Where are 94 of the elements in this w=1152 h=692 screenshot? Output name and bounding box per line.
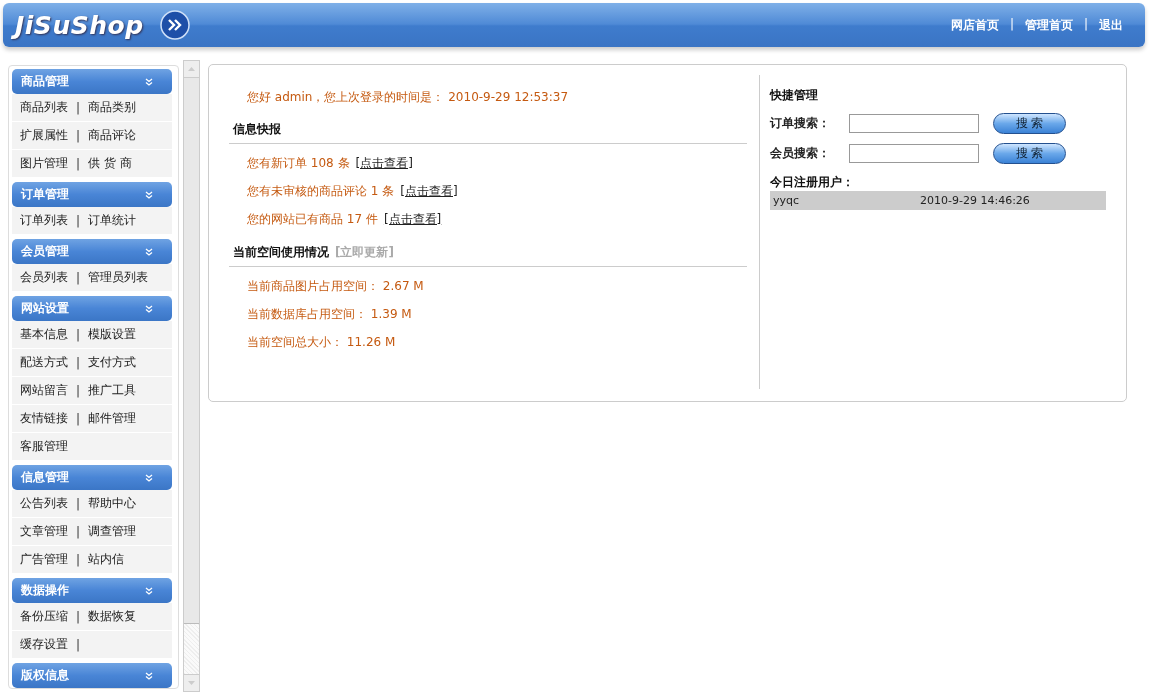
separator-text: |	[76, 524, 81, 539]
search-button[interactable]: 搜 索	[993, 113, 1066, 134]
double-chevron-down-icon	[145, 671, 153, 680]
separator-text: |	[1009, 16, 1014, 33]
menu-link[interactable]: 订单统计	[88, 212, 137, 229]
double-chevron-down-icon	[145, 77, 153, 86]
menu-link[interactable]: 客服管理	[20, 438, 68, 455]
section-title: 今日注册用户：	[770, 174, 855, 191]
menu-header[interactable]: 商品管理	[12, 69, 172, 94]
double-chevron-down-icon	[145, 190, 153, 199]
menu-header[interactable]: 信息管理	[12, 465, 172, 490]
usage-text: 当前数据库占用空间： 1.39 M	[247, 306, 412, 323]
nav-link[interactable]: 退出	[1099, 16, 1123, 34]
section-title: 信息快报	[229, 121, 747, 144]
menu-title: 会员管理	[21, 243, 69, 260]
menu-title: 网站设置	[21, 300, 69, 317]
separator-text: |	[1083, 16, 1088, 33]
menu-link[interactable]: 站内信	[88, 551, 125, 568]
usage-text: 当前商品图片占用空间： 2.67 M	[247, 278, 424, 295]
separator-text: |	[76, 411, 81, 426]
menu-header[interactable]: 订单管理	[12, 182, 172, 207]
menu-link[interactable]: 商品评论	[88, 127, 137, 144]
menu-link[interactable]: 推广工具	[88, 382, 137, 399]
menu-header[interactable]: 版权信息	[12, 663, 172, 688]
menu-title: 数据操作	[21, 582, 69, 599]
news-text: 您有新订单 108 条	[247, 155, 350, 172]
menu-link[interactable]: 配送方式	[20, 354, 68, 371]
separator-text: |	[76, 128, 81, 143]
double-chevron-down-icon	[145, 247, 153, 256]
menu-link[interactable]: 图片管理	[20, 155, 68, 172]
separator-text: |	[76, 355, 81, 370]
up-arrow-icon	[188, 67, 195, 71]
search-field[interactable]	[849, 114, 979, 133]
menu-title: 信息管理	[21, 469, 69, 486]
menu-link[interactable]: 支付方式	[88, 354, 137, 371]
separator-text: |	[76, 100, 81, 115]
menu-link[interactable]: 基本信息	[20, 326, 68, 343]
menu-link[interactable]: 文章管理	[20, 523, 68, 540]
search-field[interactable]	[849, 144, 979, 163]
double-chevron-down-icon	[145, 304, 153, 313]
separator-text: |	[76, 496, 81, 511]
user-time: 2010-9-29 14:46:26	[920, 194, 1030, 207]
nav-link[interactable]: 网店首页	[950, 16, 999, 34]
news-text: 您有未审核的商品评论 1 条	[247, 183, 395, 200]
scrollbar-thumb[interactable]	[184, 78, 199, 624]
menu-link[interactable]: 备份压缩	[20, 608, 68, 625]
separator-text: |	[76, 156, 81, 171]
view-link[interactable]: [点击查看]	[355, 155, 413, 172]
menu-link[interactable]: 调查管理	[88, 523, 137, 540]
separator-text: |	[76, 270, 81, 285]
menu-header[interactable]: 会员管理	[12, 239, 172, 264]
menu-link[interactable]: 商品类别	[88, 99, 137, 116]
menu-link[interactable]: 缓存设置	[20, 636, 68, 653]
field-label: 订单搜索：	[770, 115, 831, 132]
menu-link[interactable]: 数据恢复	[88, 608, 137, 625]
menu-link[interactable]: 供 货 商	[88, 155, 132, 172]
separator-text: |	[76, 383, 81, 398]
user-name: yyqc	[773, 194, 801, 207]
menu-header[interactable]: 数据操作	[12, 578, 172, 603]
menu-title: 商品管理	[21, 73, 69, 90]
menu-link[interactable]: 商品列表	[20, 99, 68, 116]
menu-title: 版权信息	[21, 667, 69, 684]
nav-link[interactable]: 管理首页	[1024, 16, 1073, 34]
double-chevron-down-icon	[145, 473, 153, 482]
search-button[interactable]: 搜 索	[993, 143, 1066, 164]
menu-header[interactable]: 网站设置	[12, 296, 172, 321]
menu-link[interactable]: 会员列表	[20, 269, 68, 286]
separator-text: |	[76, 637, 81, 652]
menu-link[interactable]: 公告列表	[20, 495, 68, 512]
welcome-text: 您好 admin，您上次登录的时间是： 2010-9-29 12:53:37	[247, 89, 570, 106]
double-chevron-down-icon	[145, 586, 153, 595]
menu-link[interactable]: 订单列表	[20, 212, 68, 229]
separator-text: |	[76, 327, 81, 342]
view-link[interactable]: [点击查看]	[400, 183, 458, 200]
down-arrow-icon	[188, 681, 195, 685]
menu-link[interactable]: 广告管理	[20, 551, 68, 568]
menu-link[interactable]: 扩展属性	[20, 127, 68, 144]
news-text: 您的网站已有商品 17 件	[247, 211, 378, 228]
section-title: 当前空间使用情况	[233, 245, 329, 259]
menu-link[interactable]: 友情链接	[20, 410, 68, 427]
menu-link[interactable]: 邮件管理	[88, 410, 137, 427]
separator-text: |	[76, 609, 81, 624]
field-label: 会员搜索：	[770, 145, 831, 162]
double-chevron-icon[interactable]	[159, 10, 190, 40]
separator-text: |	[76, 213, 81, 228]
menu-link[interactable]: 管理员列表	[88, 269, 149, 286]
menu-title: 订单管理	[21, 186, 69, 203]
separator-text: |	[76, 552, 81, 567]
menu-link[interactable]: 帮助中心	[88, 495, 137, 512]
menu-link[interactable]: 网站留言	[20, 382, 68, 399]
menu-link[interactable]: 模版设置	[88, 326, 137, 343]
section-title: 快捷管理	[770, 87, 819, 104]
view-link[interactable]: [点击查看]	[383, 211, 442, 228]
usage-text: 当前空间总大小： 11.26 M	[247, 334, 396, 351]
